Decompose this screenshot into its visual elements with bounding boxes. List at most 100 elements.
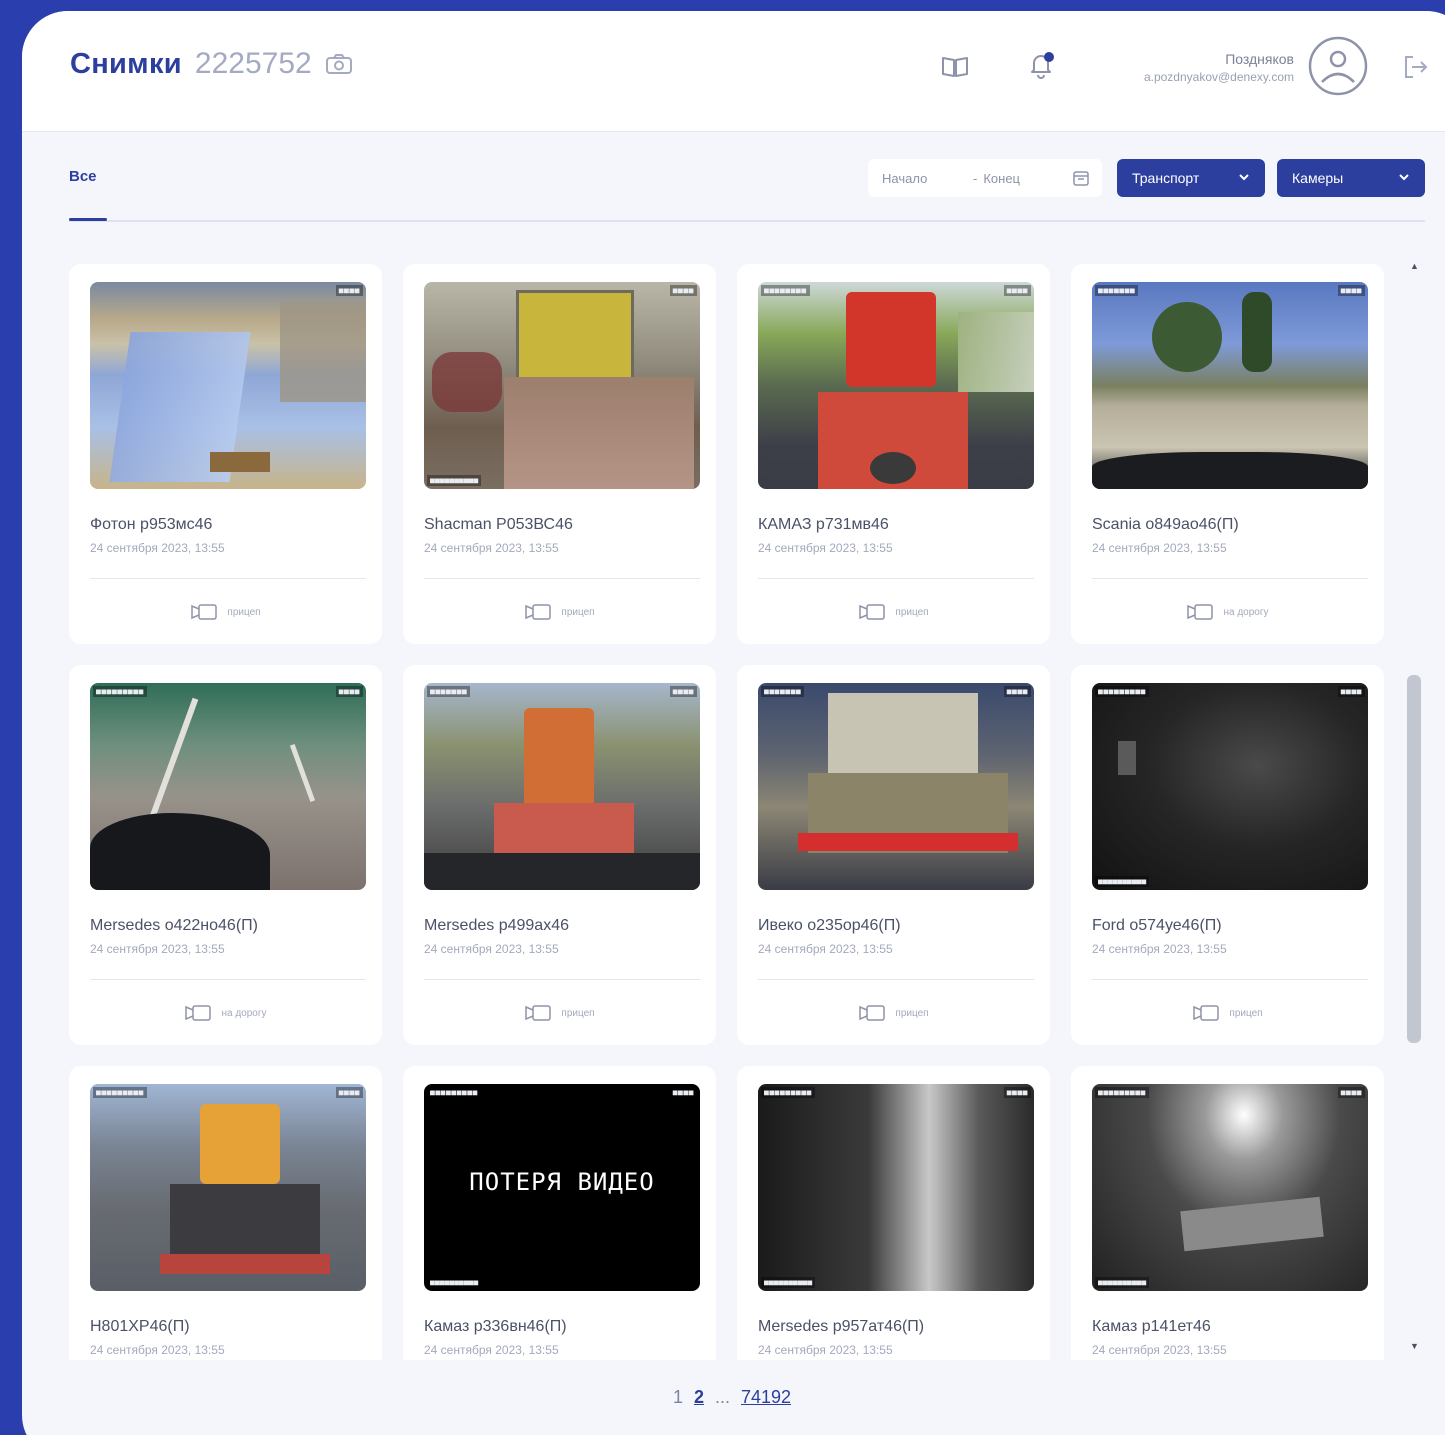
snapshot-grid: ■■■■ Фотон р953мс46 24 сентября 2023, 13… bbox=[22, 254, 1402, 1360]
vehicle-name: Ford о574уе46(П) bbox=[1092, 917, 1222, 934]
snapshot-card[interactable]: ■■■■■■■■■ ■■■■ ■■■■■■■■■■ Камаз р141ет46… bbox=[1071, 1066, 1384, 1360]
snapshot-date: 24 сентября 2023, 13:55 bbox=[1092, 1343, 1227, 1357]
camera-position: прицеп bbox=[1229, 1007, 1263, 1019]
card-divider bbox=[424, 979, 700, 980]
logout-icon[interactable] bbox=[1402, 53, 1430, 81]
camera-position: прицеп bbox=[895, 1007, 929, 1019]
user-email: a.pozdnyakov@denexy.com bbox=[1143, 70, 1294, 84]
camera-position: прицеп bbox=[227, 606, 261, 618]
snapshot-card[interactable]: ■■■■■■■■ ■■■■ КАМАЗ р731мв46 24 сентября… bbox=[737, 264, 1050, 644]
card-divider bbox=[90, 578, 366, 579]
active-tab-indicator bbox=[69, 218, 107, 221]
header: Снимки 2225752 Поздняков a.pozdnyakov@de… bbox=[22, 11, 1445, 132]
calendar-icon[interactable] bbox=[1072, 169, 1090, 187]
transport-select[interactable]: Транспорт bbox=[1117, 159, 1265, 197]
scroll-up-arrow-icon[interactable]: ▲ bbox=[1410, 261, 1419, 271]
snapshot-image[interactable]: ■■■■■■■■■ ■■■■ ПОТЕРЯ ВИДЕО ■■■■■■■■■■ bbox=[424, 1084, 700, 1291]
filter-toolbar: Все Начало - Конец Транспорт Камеры bbox=[22, 132, 1442, 232]
snapshot-image[interactable]: ■■■■■■■■■ ■■■■ ■■■■■■■■■■ bbox=[1092, 683, 1368, 890]
user-name: Поздняков bbox=[1225, 51, 1294, 67]
video-camera-icon bbox=[191, 604, 218, 620]
snapshot-card[interactable]: ■■■■ Фотон р953мс46 24 сентября 2023, 13… bbox=[69, 264, 382, 644]
vehicle-name: Scania о849ао46(П) bbox=[1092, 516, 1239, 533]
snapshot-image[interactable]: ■■■■ ■■■■■■■■■■ bbox=[424, 282, 700, 489]
camera-label: прицеп bbox=[403, 1004, 716, 1022]
snapshot-image[interactable]: ■■■■ bbox=[90, 282, 366, 489]
snapshot-card[interactable]: ■■■■■■■ ■■■■ Mersedes р499ах46 24 сентяб… bbox=[403, 665, 716, 1045]
camera-label: на дорогу bbox=[1071, 603, 1384, 621]
snapshot-card[interactable]: ■■■■■■■■■ ■■■■ ПОТЕРЯ ВИДЕО ■■■■■■■■■■ К… bbox=[403, 1066, 716, 1360]
camera-position: прицеп bbox=[895, 606, 929, 618]
card-divider bbox=[758, 578, 1034, 579]
date-end-input[interactable]: Конец bbox=[983, 171, 1043, 186]
scroll-down-arrow-icon[interactable]: ▼ bbox=[1410, 1341, 1419, 1351]
snapshot-card[interactable]: ■■■■■■■■■ ■■■■ ■■■■■■■■■■ Mersedes р957а… bbox=[737, 1066, 1050, 1360]
camera-position: на дорогу bbox=[221, 1007, 267, 1019]
snapshot-image[interactable]: ■■■■■■■■■ ■■■■ bbox=[90, 683, 366, 890]
snapshot-count: 2225752 bbox=[194, 47, 312, 80]
snapshot-card[interactable]: ■■■■■■■■■ ■■■■ Mersedes о422но46(П) 24 с… bbox=[69, 665, 382, 1045]
snapshot-date: 24 сентября 2023, 13:55 bbox=[758, 541, 893, 555]
snapshot-card[interactable]: ■■■■ ■■■■■■■■■■ Shacman Р053ВС46 24 сент… bbox=[403, 264, 716, 644]
video-camera-icon bbox=[525, 1005, 552, 1021]
tab-all[interactable]: Все bbox=[69, 168, 97, 185]
vehicle-name: КАМАЗ р731мв46 bbox=[758, 516, 889, 533]
tabs-divider bbox=[69, 220, 1425, 222]
page-link-2[interactable]: 2 bbox=[694, 1387, 704, 1408]
snapshot-card[interactable]: ■■■■■■■■■ ■■■■ ■■■■■■■■■■ Ford о574уе46(… bbox=[1071, 665, 1384, 1045]
snapshot-date: 24 сентября 2023, 13:55 bbox=[424, 942, 559, 956]
snapshot-date: 24 сентября 2023, 13:55 bbox=[424, 1343, 559, 1357]
camera-label: прицеп bbox=[403, 603, 716, 621]
video-camera-icon bbox=[859, 604, 886, 620]
chevron-down-icon bbox=[1399, 174, 1409, 181]
snapshot-image[interactable]: ■■■■■■■ ■■■■ bbox=[1092, 282, 1368, 489]
camera-label: прицеп bbox=[1071, 1004, 1384, 1022]
vehicle-name: Mersedes о422но46(П) bbox=[90, 917, 258, 934]
video-camera-icon bbox=[859, 1005, 886, 1021]
vehicle-name: Shacman Р053ВС46 bbox=[424, 516, 573, 533]
snapshot-card[interactable]: ■■■■■■■ ■■■■ Scania о849ао46(П) 24 сентя… bbox=[1071, 264, 1384, 644]
snapshot-date: 24 сентября 2023, 13:55 bbox=[758, 1343, 893, 1357]
chevron-down-icon bbox=[1239, 174, 1249, 181]
user-info[interactable]: Поздняков a.pozdnyakov@denexy.com bbox=[1144, 51, 1294, 84]
page-title: Снимки 2225752 bbox=[70, 47, 353, 81]
video-camera-icon bbox=[1193, 1005, 1220, 1021]
snapshot-image[interactable]: ■■■■■■■ ■■■■ bbox=[758, 683, 1034, 890]
snapshot-date: 24 сентября 2023, 13:55 bbox=[1092, 942, 1227, 956]
snapshot-image[interactable]: ■■■■■■■■■ ■■■■ ■■■■■■■■■■ bbox=[758, 1084, 1034, 1291]
vehicle-name: Камаз р336вн46(П) bbox=[424, 1318, 567, 1335]
camera-label: прицеп bbox=[737, 603, 1050, 621]
notification-dot bbox=[1044, 52, 1054, 62]
card-divider bbox=[1092, 578, 1368, 579]
snapshot-image[interactable]: ■■■■■■■ ■■■■ bbox=[424, 683, 700, 890]
card-divider bbox=[758, 979, 1034, 980]
transport-select-label: Транспорт bbox=[1132, 170, 1200, 186]
scrollbar-thumb[interactable] bbox=[1407, 675, 1421, 1043]
page-ellipsis: ... bbox=[714, 1387, 730, 1407]
camera-icon bbox=[325, 54, 352, 74]
snapshot-card[interactable]: ■■■■■■■■■ ■■■■ Н801ХР46(П) 24 сентября 2… bbox=[69, 1066, 382, 1360]
snapshot-card[interactable]: ■■■■■■■ ■■■■ Ивеко о235ор46(П) 24 сентяб… bbox=[737, 665, 1050, 1045]
camera-label: прицеп bbox=[69, 603, 382, 621]
cameras-select-label: Камеры bbox=[1292, 170, 1344, 186]
vehicle-name: Ивеко о235ор46(П) bbox=[758, 917, 901, 934]
bell-icon[interactable] bbox=[1026, 49, 1058, 81]
cameras-select[interactable]: Камеры bbox=[1277, 159, 1425, 197]
snapshot-date: 24 сентября 2023, 13:55 bbox=[90, 1343, 225, 1357]
page-link-1[interactable]: 1 bbox=[673, 1387, 683, 1408]
snapshot-image[interactable]: ■■■■■■■■ ■■■■ bbox=[758, 282, 1034, 489]
card-divider bbox=[90, 979, 366, 980]
video-camera-icon bbox=[525, 604, 552, 620]
vehicle-name: Н801ХР46(П) bbox=[90, 1318, 190, 1335]
snapshot-image[interactable]: ■■■■■■■■■ ■■■■ bbox=[90, 1084, 366, 1291]
book-icon[interactable] bbox=[940, 51, 970, 81]
snapshot-date: 24 сентября 2023, 13:55 bbox=[424, 541, 559, 555]
date-start-input[interactable]: Начало bbox=[882, 171, 957, 186]
snapshot-image[interactable]: ■■■■■■■■■ ■■■■ ■■■■■■■■■■ bbox=[1092, 1084, 1368, 1291]
avatar[interactable] bbox=[1308, 36, 1368, 96]
page-link-last[interactable]: 74192 bbox=[741, 1387, 791, 1408]
snapshot-date: 24 сентября 2023, 13:55 bbox=[90, 942, 225, 956]
date-range-picker[interactable]: Начало - Конец bbox=[868, 159, 1102, 197]
snapshot-date: 24 сентября 2023, 13:55 bbox=[1092, 541, 1227, 555]
vehicle-name: Mersedes р499ах46 bbox=[424, 917, 569, 934]
